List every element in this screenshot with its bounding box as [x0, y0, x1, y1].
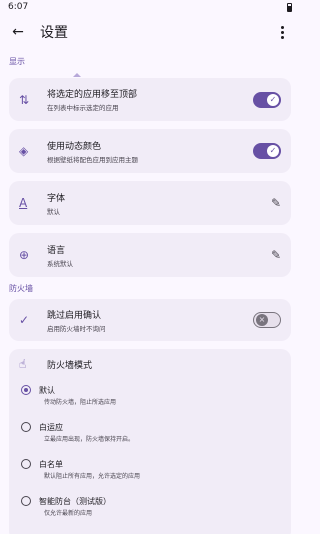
radio-button[interactable]	[21, 459, 31, 469]
app-bar: ← 设置	[0, 14, 300, 50]
globe-icon: ⊕	[19, 248, 30, 262]
setting-skip-confirm[interactable]: ✓ 跳过启用确认 启用防火墙时不询问 ×	[9, 299, 291, 341]
pointer-triangle	[73, 73, 81, 77]
radio-option-smart[interactable]: 智能防台（测试版）	[9, 494, 291, 508]
setting-title: 字体	[47, 193, 66, 204]
edit-pencil-icon[interactable]: ✎	[271, 196, 281, 210]
radio-option-default[interactable]: 默认	[9, 383, 291, 397]
firewall-mode-card: ☝ 防火墙模式 默认 传动防火墙，阻止所选应用 白运应 立最应用出现，防火墙保持…	[9, 349, 291, 534]
radio-button[interactable]	[21, 422, 31, 432]
radio-description: 立最应用出现，防火墙保持开启。	[44, 436, 135, 443]
font-icon: A	[19, 196, 28, 210]
setting-subtitle: 启用防火墙时不询问	[47, 324, 106, 333]
setting-subtitle: 根据壁纸将配色应用到应用主题	[47, 155, 138, 164]
setting-title: 将选定的应用移至顶部	[47, 90, 138, 100]
setting-title: 跳过启用确认	[47, 310, 102, 321]
radio-option-whitelist[interactable]: 白名单	[9, 457, 291, 471]
check-icon: ✓	[267, 93, 279, 106]
toggle-move-to-top[interactable]: ✓	[253, 91, 281, 108]
setting-language[interactable]: ⊕ 语言 系统默认 ✎	[9, 233, 291, 277]
radio-button[interactable]	[21, 496, 31, 506]
section-label-display: 显示	[9, 57, 25, 66]
toggle-skip-confirm[interactable]: ×	[253, 312, 281, 328]
radio-description: 默认阻止所有应用，允许选定的应用	[44, 473, 141, 480]
setting-subtitle: 在列表中标示选定的应用	[47, 104, 119, 112]
more-options-icon[interactable]	[272, 22, 292, 42]
radio-button[interactable]	[21, 385, 31, 395]
setting-dynamic-color[interactable]: ◈ 使用动态颜色 根据壁纸将配色应用到应用主题 ✓	[9, 129, 291, 173]
radio-option-adaptive[interactable]: 白运应	[9, 420, 291, 434]
setting-subtitle: 默认	[47, 207, 60, 216]
radio-label: 白名单	[39, 459, 63, 469]
status-bar: 6:07	[0, 0, 300, 14]
check-icon: ✓	[267, 145, 279, 157]
edit-pencil-icon[interactable]: ✎	[271, 248, 281, 262]
setting-title: 语言	[47, 245, 66, 256]
radio-label: 白运应	[39, 422, 63, 432]
setting-title: 使用动态颜色	[47, 141, 102, 152]
paint-bucket-icon: ◈	[19, 144, 29, 158]
battery-icon	[287, 2, 292, 12]
status-time: 6:07	[8, 2, 29, 12]
back-arrow-icon[interactable]: ←	[8, 22, 28, 42]
check-circle-icon: ✓	[19, 313, 30, 327]
radio-label: 默认	[39, 385, 55, 395]
firewall-mode-title: 防火墙模式	[47, 360, 93, 371]
setting-subtitle: 系统默认	[47, 259, 73, 268]
radio-description: 仅允许最新的应用	[44, 510, 93, 517]
radio-description: 传动防火墙，阻止所选应用	[44, 399, 117, 406]
page-title: 设置	[40, 25, 68, 41]
reorder-icon: ⇅	[19, 92, 30, 107]
setting-font[interactable]: A 字体 默认 ✎	[9, 181, 291, 225]
section-label-firewall: 防火墙	[9, 284, 33, 293]
hand-icon: ☝	[19, 357, 27, 371]
setting-move-to-top[interactable]: ⇅ 将选定的应用移至顶部 在列表中标示选定的应用 ✓	[9, 78, 291, 121]
close-icon: ×	[256, 314, 268, 326]
radio-label: 智能防台（测试版）	[39, 496, 111, 506]
toggle-dynamic-color[interactable]: ✓	[253, 143, 281, 159]
